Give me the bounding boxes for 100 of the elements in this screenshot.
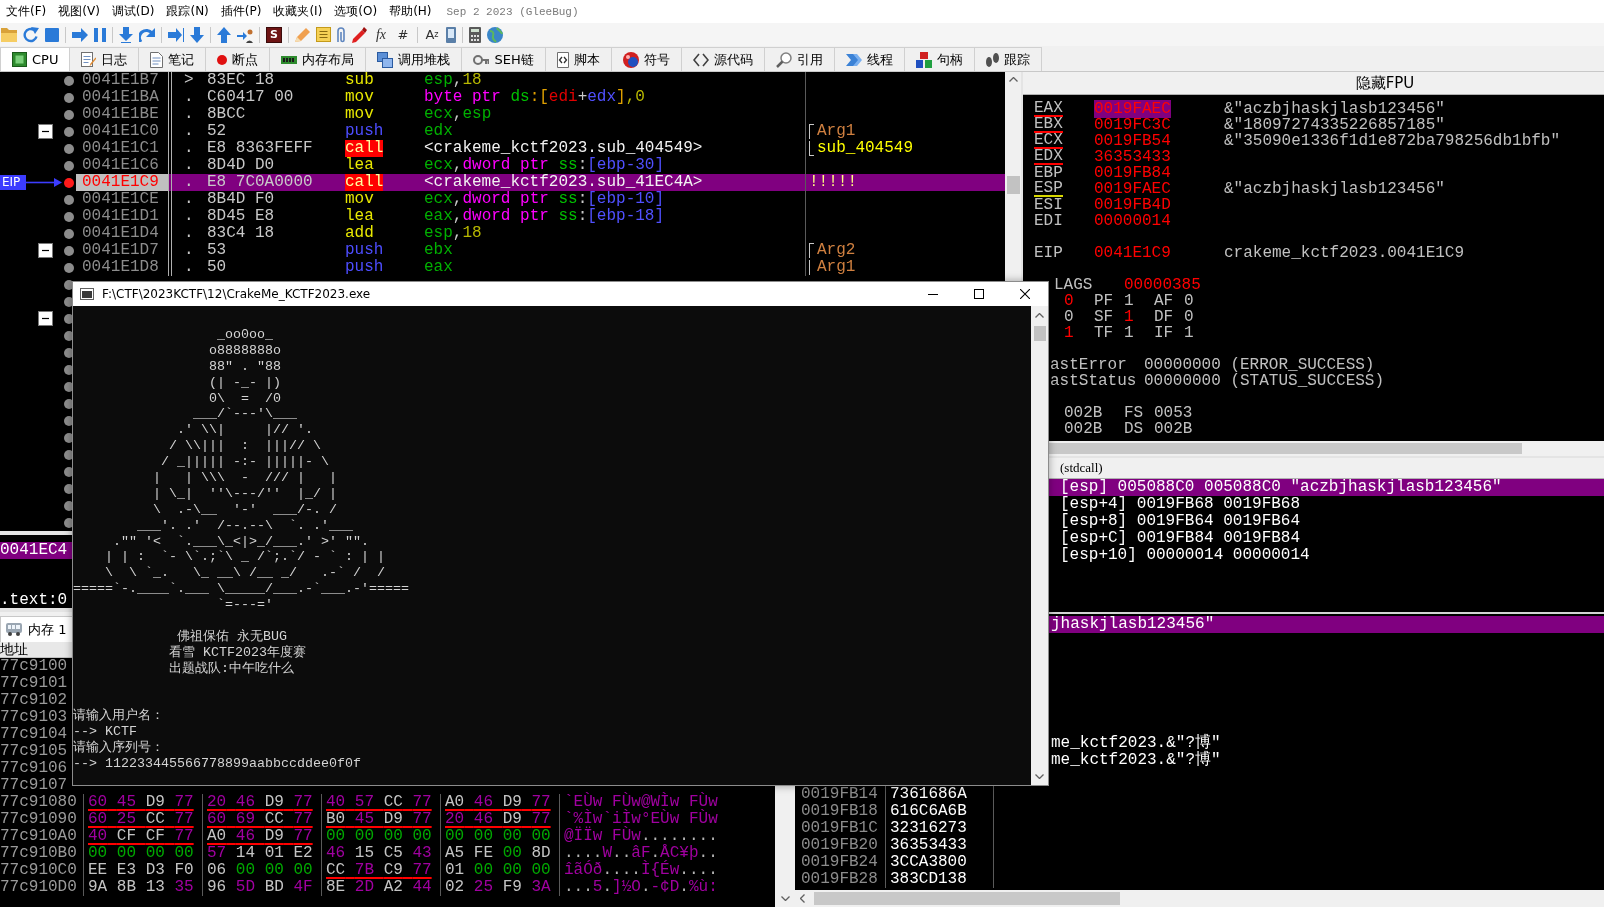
curved-arrow-icon[interactable] bbox=[139, 27, 155, 42]
address: 77c9107 bbox=[0, 776, 68, 794]
flag-value[interactable]: 1 bbox=[1124, 293, 1134, 309]
vertical-scrollbar[interactable] bbox=[1031, 306, 1048, 785]
tab[interactable]: 句柄 bbox=[903, 47, 975, 71]
flag-value[interactable]: 0 bbox=[1064, 293, 1074, 309]
argument-row[interactable]: [esp+4] 0019FB68 0019FB68 bbox=[1049, 496, 1604, 513]
tab[interactable]: 脚本 bbox=[544, 47, 612, 71]
breakpoint-dot-icon[interactable] bbox=[64, 126, 74, 137]
flag-value[interactable]: 1 bbox=[1184, 325, 1194, 341]
tab[interactable]: 跟踪 bbox=[973, 47, 1042, 71]
tab[interactable]: CPU bbox=[0, 47, 71, 71]
tab[interactable]: 笔记 bbox=[138, 47, 207, 71]
menu-item[interactable]: 插件(P) bbox=[214, 3, 268, 20]
flag-value[interactable]: 1 bbox=[1124, 325, 1134, 341]
scroll-up-icon[interactable] bbox=[1008, 77, 1018, 82]
argument-row[interactable]: [esp+10] 00000014 00000014 bbox=[1049, 547, 1604, 564]
menu-item[interactable]: 调试(D) bbox=[105, 3, 161, 20]
window-title: F:\CTF\2023KCTF\12\CrakeMe_KCTF2023.exe bbox=[102, 287, 371, 301]
flag-value[interactable]: 0 bbox=[1064, 309, 1074, 325]
register-value[interactable]: 00000385 bbox=[1124, 277, 1201, 293]
arrow-right-icon[interactable] bbox=[72, 27, 88, 42]
register-value[interactable]: 0019FB84 bbox=[1094, 164, 1171, 182]
register-value[interactable]: 0019FB4D bbox=[1094, 196, 1171, 214]
breakpoint-dot-icon[interactable] bbox=[64, 194, 74, 205]
breakpoint-dot-icon[interactable] bbox=[64, 160, 74, 171]
breakpoint-dot-icon[interactable] bbox=[64, 75, 74, 86]
hex-bytes: 00 00 00 00 bbox=[445, 827, 551, 845]
breakpoint-dot-icon[interactable] bbox=[64, 143, 74, 154]
stack-comment[interactable]: me_kctf2023.&"?博" bbox=[1049, 735, 1604, 752]
minus-box-icon[interactable] bbox=[38, 311, 53, 326]
tab[interactable]: 符号 bbox=[610, 47, 682, 71]
menu-item[interactable]: 跟踪(N) bbox=[160, 3, 215, 20]
register-value[interactable]: 0041E1C9 bbox=[1094, 244, 1171, 262]
hex-bytes: 00 00 00 00 bbox=[326, 827, 432, 845]
stack-comment[interactable]: jhaskjlasb123456" bbox=[1049, 616, 1604, 633]
register-value[interactable]: 0019FAEC bbox=[1094, 180, 1171, 198]
register-value[interactable]: 0019FC3C bbox=[1094, 116, 1171, 134]
breakpoint-dot-icon[interactable] bbox=[64, 92, 74, 103]
scroll-thumb[interactable] bbox=[814, 892, 1120, 905]
scroll-thumb[interactable] bbox=[1049, 443, 1522, 454]
instruction-bytes: 8B4D F0 bbox=[207, 191, 275, 208]
toolbar-button[interactable]: S bbox=[266, 26, 282, 43]
scroll-down-icon[interactable] bbox=[1035, 774, 1044, 779]
menu-item[interactable]: 帮助(H) bbox=[383, 3, 438, 20]
argument-row[interactable]: [esp+8] 0019FB64 0019FB64 bbox=[1049, 513, 1604, 530]
menu-item[interactable]: 收藏夹(I) bbox=[267, 3, 329, 20]
instruction-bytes: 8D4D D0 bbox=[207, 157, 275, 174]
minus-box-icon[interactable] bbox=[38, 243, 53, 258]
breakpoint-dot-icon[interactable] bbox=[64, 262, 74, 273]
segment-value: 0053 bbox=[1154, 405, 1193, 421]
restart-icon[interactable] bbox=[23, 26, 39, 43]
up-arrow-icon[interactable] bbox=[217, 26, 231, 43]
paperclip-icon[interactable] bbox=[337, 26, 346, 43]
marker-icon[interactable] bbox=[352, 26, 367, 43]
flag-value[interactable]: 1 bbox=[1124, 309, 1134, 325]
toolbar-button[interactable]: # bbox=[395, 26, 411, 43]
step-into-icon[interactable] bbox=[119, 26, 133, 43]
device-icon[interactable] bbox=[446, 26, 456, 43]
hide-fpu-button[interactable]: 隐藏FPU bbox=[1023, 72, 1604, 95]
scroll-left-icon[interactable] bbox=[800, 894, 805, 903]
stop-icon[interactable] bbox=[45, 27, 59, 42]
breakpoint-dot-icon[interactable] bbox=[64, 245, 74, 256]
scroll-up-icon[interactable] bbox=[1035, 313, 1044, 318]
toolbar-button[interactable]: fx bbox=[373, 26, 389, 43]
menu-item[interactable]: 选项(O) bbox=[328, 3, 384, 20]
instruction-bytes: E8 8363FEFF bbox=[207, 140, 313, 157]
menu-item[interactable]: 视图(V) bbox=[52, 3, 106, 20]
flag-value[interactable]: 1 bbox=[1064, 325, 1074, 341]
flag-value[interactable]: 0 bbox=[1184, 309, 1194, 325]
argument-row[interactable]: [esp+C] 0019FB84 0019FB84 bbox=[1049, 530, 1604, 547]
horizontal-scrollbar[interactable] bbox=[795, 890, 1604, 907]
calling-convention[interactable]: (stdcall) bbox=[1060, 460, 1103, 476]
menu-item[interactable]: 文件(F) bbox=[0, 3, 53, 20]
notes-icon[interactable] bbox=[316, 27, 331, 42]
vertical-scrollbar[interactable] bbox=[1005, 72, 1021, 281]
breakpoint-dot-icon[interactable] bbox=[64, 228, 74, 239]
pause-icon[interactable] bbox=[94, 27, 106, 42]
scroll-thumb[interactable] bbox=[1033, 326, 1046, 341]
down-arrow-icon[interactable] bbox=[190, 26, 204, 43]
scroll-down-icon[interactable] bbox=[780, 896, 790, 901]
globe-icon[interactable] bbox=[487, 26, 503, 43]
register-value[interactable]: 36353433 bbox=[1094, 148, 1171, 166]
arrow-right-icon[interactable] bbox=[168, 27, 184, 42]
breakpoint-dot-icon[interactable] bbox=[64, 211, 74, 222]
register-value[interactable]: 00000014 bbox=[1094, 212, 1171, 230]
vertical-scrollbar[interactable] bbox=[775, 786, 795, 907]
tab[interactable]: 引用 bbox=[763, 47, 835, 71]
register-value[interactable]: 0019FB54 bbox=[1094, 132, 1171, 150]
minimize-icon bbox=[928, 293, 938, 295]
console-line: --> KCTF bbox=[73, 724, 137, 740]
tab[interactable]: 调用堆栈 bbox=[365, 47, 463, 71]
stack-comment[interactable]: me_kctf2023.&"?博" bbox=[1049, 752, 1604, 769]
scroll-thumb[interactable] bbox=[1006, 176, 1020, 194]
breakpoint-dot-icon[interactable] bbox=[64, 177, 74, 188]
breakpoint-dot-icon[interactable] bbox=[64, 109, 74, 120]
calculator-icon[interactable] bbox=[469, 26, 481, 43]
minus-box-icon[interactable] bbox=[38, 124, 53, 139]
argument-row[interactable]: [esp] 005088C0 005088C0 "aczbjhaskjlasb123456" bbox=[1049, 479, 1604, 496]
flag-value[interactable]: 0 bbox=[1184, 293, 1194, 309]
